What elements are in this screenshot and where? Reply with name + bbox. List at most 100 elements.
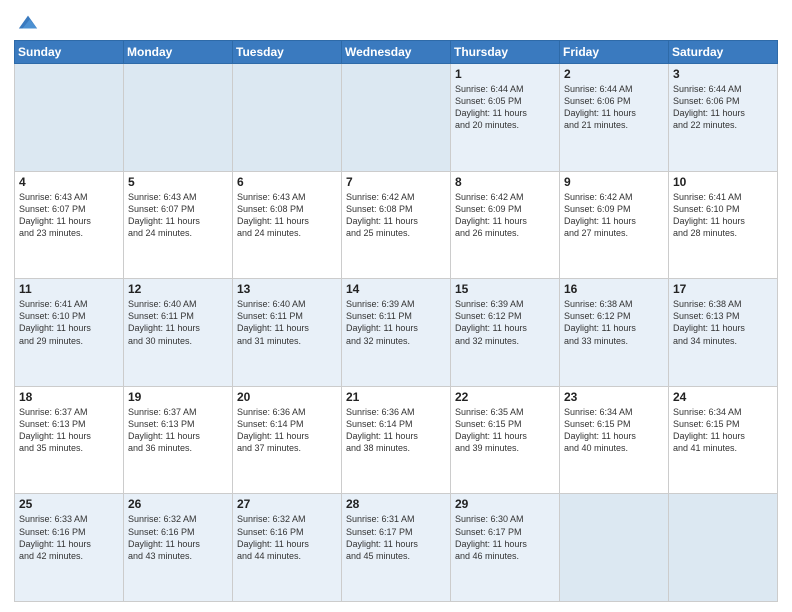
calendar-table: SundayMondayTuesdayWednesdayThursdayFrid… bbox=[14, 40, 778, 602]
calendar-day-cell bbox=[560, 494, 669, 602]
day-info: Sunrise: 6:39 AM Sunset: 6:11 PM Dayligh… bbox=[346, 298, 446, 347]
calendar-header-row: SundayMondayTuesdayWednesdayThursdayFrid… bbox=[15, 41, 778, 64]
day-info: Sunrise: 6:42 AM Sunset: 6:09 PM Dayligh… bbox=[564, 191, 664, 240]
calendar-week-row: 18Sunrise: 6:37 AM Sunset: 6:13 PM Dayli… bbox=[15, 386, 778, 494]
day-number: 5 bbox=[128, 175, 228, 189]
day-number: 19 bbox=[128, 390, 228, 404]
day-info: Sunrise: 6:44 AM Sunset: 6:06 PM Dayligh… bbox=[673, 83, 773, 132]
day-number: 16 bbox=[564, 282, 664, 296]
calendar-day-cell bbox=[669, 494, 778, 602]
calendar-day-cell: 5 Sunrise: 6:43 AM Sunset: 6:07 PM Daylig… bbox=[124, 171, 233, 279]
calendar-day-cell: 28 Sunrise: 6:31 AM Sunset: 6:17 PM Dayli… bbox=[342, 494, 451, 602]
day-info: Sunrise: 6:30 AM Sunset: 6:17 PM Dayligh… bbox=[455, 513, 555, 562]
day-info: Sunrise: 6:40 AM Sunset: 6:11 PM Dayligh… bbox=[237, 298, 337, 347]
day-number: 26 bbox=[128, 497, 228, 511]
calendar-day-cell: 8Sunrise: 6:42 AM Sunset: 6:09 PM Daylig… bbox=[451, 171, 560, 279]
day-info: Sunrise: 6:31 AM Sunset: 6:17 PM Dayligh… bbox=[346, 513, 446, 562]
calendar-header-saturday: Saturday bbox=[669, 41, 778, 64]
calendar-week-row: 25 Sunrise: 6:33 AM Sunset: 6:16 PM Dayli… bbox=[15, 494, 778, 602]
day-number: 20 bbox=[237, 390, 337, 404]
day-number: 17 bbox=[673, 282, 773, 296]
calendar-day-cell: 16 Sunrise: 6:38 AM Sunset: 6:12 PM Dayli… bbox=[560, 279, 669, 387]
calendar-day-cell: 21 Sunrise: 6:36 AM Sunset: 6:14 PM Dayli… bbox=[342, 386, 451, 494]
day-number: 3 bbox=[673, 67, 773, 81]
calendar-day-cell: 22 Sunrise: 6:35 AM Sunset: 6:15 PM Dayli… bbox=[451, 386, 560, 494]
calendar-day-cell: 14 Sunrise: 6:39 AM Sunset: 6:11 PM Dayli… bbox=[342, 279, 451, 387]
calendar-header-tuesday: Tuesday bbox=[233, 41, 342, 64]
day-info: Sunrise: 6:37 AM Sunset: 6:13 PM Dayligh… bbox=[128, 406, 228, 455]
calendar-day-cell: 18Sunrise: 6:37 AM Sunset: 6:13 PM Dayli… bbox=[15, 386, 124, 494]
logo bbox=[14, 14, 39, 34]
header bbox=[14, 10, 778, 34]
calendar-day-cell: 17Sunrise: 6:38 AM Sunset: 6:13 PM Dayli… bbox=[669, 279, 778, 387]
day-info: Sunrise: 6:42 AM Sunset: 6:08 PM Dayligh… bbox=[346, 191, 446, 240]
calendar-day-cell: 19 Sunrise: 6:37 AM Sunset: 6:13 PM Dayli… bbox=[124, 386, 233, 494]
day-number: 2 bbox=[564, 67, 664, 81]
calendar-week-row: 4 Sunrise: 6:43 AM Sunset: 6:07 PM Daylig… bbox=[15, 171, 778, 279]
day-info: Sunrise: 6:38 AM Sunset: 6:12 PM Dayligh… bbox=[564, 298, 664, 347]
calendar-day-cell: 9 Sunrise: 6:42 AM Sunset: 6:09 PM Daylig… bbox=[560, 171, 669, 279]
day-info: Sunrise: 6:32 AM Sunset: 6:16 PM Dayligh… bbox=[128, 513, 228, 562]
day-number: 25 bbox=[19, 497, 119, 511]
calendar-day-cell: 6 Sunrise: 6:43 AM Sunset: 6:08 PM Daylig… bbox=[233, 171, 342, 279]
day-number: 22 bbox=[455, 390, 555, 404]
day-info: Sunrise: 6:43 AM Sunset: 6:08 PM Dayligh… bbox=[237, 191, 337, 240]
calendar-day-cell: 29 Sunrise: 6:30 AM Sunset: 6:17 PM Dayli… bbox=[451, 494, 560, 602]
calendar-day-cell: 15Sunrise: 6:39 AM Sunset: 6:12 PM Dayli… bbox=[451, 279, 560, 387]
day-number: 7 bbox=[346, 175, 446, 189]
day-info: Sunrise: 6:33 AM Sunset: 6:16 PM Dayligh… bbox=[19, 513, 119, 562]
day-number: 23 bbox=[564, 390, 664, 404]
day-info: Sunrise: 6:44 AM Sunset: 6:05 PM Dayligh… bbox=[455, 83, 555, 132]
calendar-day-cell: 4 Sunrise: 6:43 AM Sunset: 6:07 PM Daylig… bbox=[15, 171, 124, 279]
calendar-day-cell: 20 Sunrise: 6:36 AM Sunset: 6:14 PM Dayli… bbox=[233, 386, 342, 494]
day-info: Sunrise: 6:44 AM Sunset: 6:06 PM Dayligh… bbox=[564, 83, 664, 132]
calendar-day-cell: 1 Sunrise: 6:44 AM Sunset: 6:05 PM Daylig… bbox=[451, 64, 560, 172]
calendar-day-cell: 23 Sunrise: 6:34 AM Sunset: 6:15 PM Dayli… bbox=[560, 386, 669, 494]
calendar-day-cell: 2 Sunrise: 6:44 AM Sunset: 6:06 PM Daylig… bbox=[560, 64, 669, 172]
day-info: Sunrise: 6:43 AM Sunset: 6:07 PM Dayligh… bbox=[19, 191, 119, 240]
day-info: Sunrise: 6:36 AM Sunset: 6:14 PM Dayligh… bbox=[237, 406, 337, 455]
day-info: Sunrise: 6:34 AM Sunset: 6:15 PM Dayligh… bbox=[564, 406, 664, 455]
day-number: 14 bbox=[346, 282, 446, 296]
day-info: Sunrise: 6:34 AM Sunset: 6:15 PM Dayligh… bbox=[673, 406, 773, 455]
calendar-day-cell: 27 Sunrise: 6:32 AM Sunset: 6:16 PM Dayli… bbox=[233, 494, 342, 602]
calendar-day-cell: 12Sunrise: 6:40 AM Sunset: 6:11 PM Dayli… bbox=[124, 279, 233, 387]
day-number: 4 bbox=[19, 175, 119, 189]
calendar-header-sunday: Sunday bbox=[15, 41, 124, 64]
calendar-header-wednesday: Wednesday bbox=[342, 41, 451, 64]
day-number: 1 bbox=[455, 67, 555, 81]
day-info: Sunrise: 6:32 AM Sunset: 6:16 PM Dayligh… bbox=[237, 513, 337, 562]
calendar-day-cell: 13 Sunrise: 6:40 AM Sunset: 6:11 PM Dayli… bbox=[233, 279, 342, 387]
day-info: Sunrise: 6:42 AM Sunset: 6:09 PM Dayligh… bbox=[455, 191, 555, 240]
day-number: 28 bbox=[346, 497, 446, 511]
calendar-day-cell: 25 Sunrise: 6:33 AM Sunset: 6:16 PM Dayli… bbox=[15, 494, 124, 602]
day-number: 15 bbox=[455, 282, 555, 296]
calendar-day-cell bbox=[233, 64, 342, 172]
calendar-day-cell: 10Sunrise: 6:41 AM Sunset: 6:10 PM Dayli… bbox=[669, 171, 778, 279]
logo-icon bbox=[17, 12, 39, 34]
day-info: Sunrise: 6:36 AM Sunset: 6:14 PM Dayligh… bbox=[346, 406, 446, 455]
calendar-week-row: 11Sunrise: 6:41 AM Sunset: 6:10 PM Dayli… bbox=[15, 279, 778, 387]
day-number: 27 bbox=[237, 497, 337, 511]
day-number: 13 bbox=[237, 282, 337, 296]
calendar-day-cell: 11Sunrise: 6:41 AM Sunset: 6:10 PM Dayli… bbox=[15, 279, 124, 387]
calendar-day-cell: 24Sunrise: 6:34 AM Sunset: 6:15 PM Dayli… bbox=[669, 386, 778, 494]
calendar-day-cell bbox=[342, 64, 451, 172]
page: SundayMondayTuesdayWednesdayThursdayFrid… bbox=[0, 0, 792, 612]
calendar-day-cell: 3 Sunrise: 6:44 AM Sunset: 6:06 PM Daylig… bbox=[669, 64, 778, 172]
day-number: 21 bbox=[346, 390, 446, 404]
day-number: 10 bbox=[673, 175, 773, 189]
day-number: 6 bbox=[237, 175, 337, 189]
day-info: Sunrise: 6:43 AM Sunset: 6:07 PM Dayligh… bbox=[128, 191, 228, 240]
calendar-header-friday: Friday bbox=[560, 41, 669, 64]
calendar-week-row: 1 Sunrise: 6:44 AM Sunset: 6:05 PM Daylig… bbox=[15, 64, 778, 172]
calendar-header-thursday: Thursday bbox=[451, 41, 560, 64]
calendar-header-monday: Monday bbox=[124, 41, 233, 64]
day-info: Sunrise: 6:37 AM Sunset: 6:13 PM Dayligh… bbox=[19, 406, 119, 455]
calendar-day-cell bbox=[15, 64, 124, 172]
day-info: Sunrise: 6:35 AM Sunset: 6:15 PM Dayligh… bbox=[455, 406, 555, 455]
calendar-day-cell: 7 Sunrise: 6:42 AM Sunset: 6:08 PM Daylig… bbox=[342, 171, 451, 279]
day-number: 29 bbox=[455, 497, 555, 511]
calendar-day-cell bbox=[124, 64, 233, 172]
day-number: 9 bbox=[564, 175, 664, 189]
